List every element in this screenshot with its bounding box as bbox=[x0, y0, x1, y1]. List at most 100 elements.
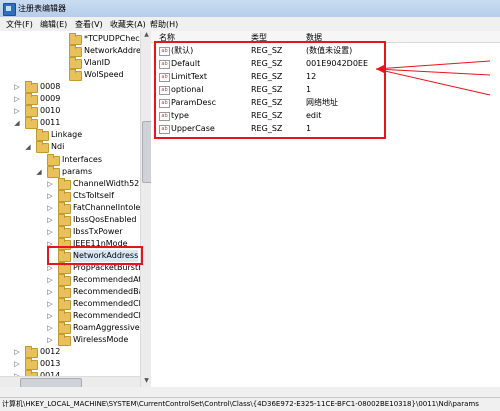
tree-item-label: 0008 bbox=[40, 82, 61, 92]
folder-icon bbox=[58, 225, 71, 238]
tree-item[interactable]: ◢ params bbox=[0, 165, 140, 178]
tree-item-label: Interfaces bbox=[62, 154, 102, 164]
menu-edit[interactable]: 编辑(E) bbox=[40, 19, 67, 30]
status-bar: 计算机\HKEY_LOCAL_MACHINE\SYSTEM\CurrentCon… bbox=[0, 397, 500, 411]
tree-item[interactable]: ▷ RecommendedCha bbox=[0, 310, 140, 323]
tree-item-label: WolSpeed bbox=[84, 70, 124, 80]
tree-item-label: NetworkAddress bbox=[84, 46, 141, 56]
tree-item[interactable]: ▷ IbssQosEnabled bbox=[0, 213, 140, 226]
expand-arrow-icon[interactable]: ▷ bbox=[46, 286, 54, 298]
tree-item[interactable]: ◢ 0011 bbox=[0, 117, 140, 130]
tree-item[interactable]: VlanID bbox=[0, 57, 140, 70]
menu-bar: 文件(F) 编辑(E) 查看(V) 收藏夹(A) 帮助(H) bbox=[0, 17, 500, 32]
folder-icon bbox=[58, 201, 71, 214]
folder-icon bbox=[47, 153, 60, 166]
tree-item-label: 0013 bbox=[40, 359, 61, 369]
tree-item[interactable]: ▷ FatChannelIntolera bbox=[0, 201, 140, 214]
registry-tree[interactable]: *TCPUDPChecksum NetworkAddress VlanID WolSp… bbox=[0, 31, 141, 387]
window-title: 注册表编辑器 bbox=[18, 4, 66, 13]
annotation-arrow bbox=[375, 68, 491, 76]
tree-item[interactable]: ◢ Ndi bbox=[0, 141, 140, 154]
title-bar: 注册表编辑器 bbox=[0, 0, 500, 18]
expand-arrow-icon[interactable]: ▷ bbox=[46, 202, 54, 214]
annotation-arrows bbox=[375, 60, 491, 96]
tree-item-label: WirelessMode bbox=[73, 335, 129, 345]
tree-item[interactable]: ▷ 0012 bbox=[0, 346, 140, 359]
tree-item[interactable]: ▷ RecommendedBar bbox=[0, 286, 141, 299]
folder-icon bbox=[25, 346, 38, 359]
expand-arrow-icon[interactable]: ▷ bbox=[46, 214, 54, 226]
tree-item[interactable]: *TCPUDPChecksum bbox=[0, 33, 140, 45]
scroll-up-icon[interactable]: ▲ bbox=[142, 31, 151, 41]
folder-icon bbox=[58, 177, 71, 190]
folder-icon bbox=[25, 117, 38, 130]
folder-icon bbox=[69, 57, 82, 70]
tree-item[interactable]: ▷ RecommendedCha bbox=[0, 298, 140, 311]
folder-icon bbox=[69, 33, 82, 45]
folder-icon bbox=[25, 93, 38, 106]
tree-item-label: 0012 bbox=[40, 347, 61, 357]
tree-item[interactable]: ▷ ChannelWidth52 bbox=[0, 177, 140, 190]
tree-item[interactable]: ▷ 0013 bbox=[0, 358, 140, 371]
expand-arrow-icon[interactable]: ▷ bbox=[46, 310, 54, 322]
regedit-app-icon bbox=[3, 3, 16, 16]
tree-item-label: IbssTxPower bbox=[73, 226, 123, 236]
tree-item-label: ChannelWidth52 bbox=[73, 178, 140, 188]
tree-item-label: 0011 bbox=[40, 118, 61, 128]
tree-item[interactable]: Linkage bbox=[0, 129, 140, 142]
tree-item[interactable]: NetworkAddress bbox=[0, 45, 141, 58]
tree-item[interactable]: ▷ 0010 bbox=[0, 105, 140, 118]
menu-view[interactable]: 查看(V) bbox=[75, 19, 103, 30]
tree-item-label: RecommendedBar bbox=[73, 287, 141, 297]
expand-arrow-icon[interactable]: ▷ bbox=[13, 105, 21, 117]
folder-icon bbox=[69, 45, 82, 58]
expanded-arrow-icon[interactable]: ◢ bbox=[24, 141, 32, 153]
no-arrow bbox=[35, 154, 43, 166]
folder-icon bbox=[58, 334, 71, 347]
tree-item[interactable]: ▷ RoamAggressiven bbox=[0, 322, 141, 335]
tree-item-label: RecommendedCha bbox=[73, 299, 140, 309]
menu-favorites[interactable]: 收藏夹(A) bbox=[110, 19, 146, 30]
tree-item-label: RoamAggressiven bbox=[73, 323, 141, 333]
tree-item[interactable]: Interfaces bbox=[0, 153, 140, 166]
menu-help[interactable]: 帮助(H) bbox=[150, 19, 178, 30]
expand-arrow-icon[interactable]: ▷ bbox=[13, 358, 21, 370]
tree-item[interactable]: ▷ WirelessMode bbox=[0, 334, 140, 347]
expanded-arrow-icon[interactable]: ◢ bbox=[35, 166, 43, 178]
tree-item-label: params bbox=[62, 166, 93, 176]
tree-item-label: 0010 bbox=[40, 106, 61, 116]
tree-item[interactable]: WolSpeed bbox=[0, 69, 140, 82]
expand-arrow-icon[interactable]: ▷ bbox=[46, 334, 54, 346]
values-highlight-box bbox=[154, 41, 386, 139]
expand-arrow-icon[interactable]: ▷ bbox=[46, 322, 54, 334]
tree-item[interactable]: ▷ IbssTxPower bbox=[0, 225, 140, 238]
scroll-down-icon[interactable]: ▼ bbox=[142, 377, 151, 387]
expanded-arrow-icon[interactable]: ◢ bbox=[13, 117, 21, 129]
tree-item[interactable]: ▷ 0009 bbox=[0, 93, 140, 106]
tree-item[interactable]: ▷ CtsToItself bbox=[0, 189, 140, 202]
tree-item-label: VlanID bbox=[84, 58, 111, 68]
expand-arrow-icon[interactable]: ▷ bbox=[13, 93, 21, 105]
folder-icon bbox=[58, 298, 71, 311]
tree-item[interactable]: ▷ 0008 bbox=[0, 81, 140, 94]
expand-arrow-icon[interactable]: ▷ bbox=[46, 298, 54, 310]
no-arrow bbox=[57, 33, 65, 45]
expand-arrow-icon[interactable]: ▷ bbox=[46, 274, 54, 286]
tree-item[interactable]: ▷ RecommendedAti bbox=[0, 274, 140, 286]
annotation-arrow bbox=[375, 68, 491, 96]
expand-arrow-icon[interactable]: ▷ bbox=[46, 226, 54, 238]
menu-file[interactable]: 文件(F) bbox=[6, 19, 33, 30]
no-arrow bbox=[57, 45, 65, 57]
expand-arrow-icon[interactable]: ▷ bbox=[13, 346, 21, 358]
expand-arrow-icon[interactable]: ▷ bbox=[13, 81, 21, 93]
tree-item-label: RecommendedAti bbox=[73, 275, 141, 284]
tree-item-label: Ndi bbox=[51, 142, 65, 152]
annotation-arrowhead bbox=[376, 65, 384, 73]
folder-icon bbox=[58, 189, 71, 202]
expand-arrow-icon[interactable]: ▷ bbox=[46, 178, 54, 190]
folder-icon bbox=[36, 129, 49, 142]
folder-icon bbox=[58, 261, 71, 274]
no-arrow bbox=[24, 129, 32, 141]
folder-icon bbox=[25, 105, 38, 118]
expand-arrow-icon[interactable]: ▷ bbox=[46, 190, 54, 202]
